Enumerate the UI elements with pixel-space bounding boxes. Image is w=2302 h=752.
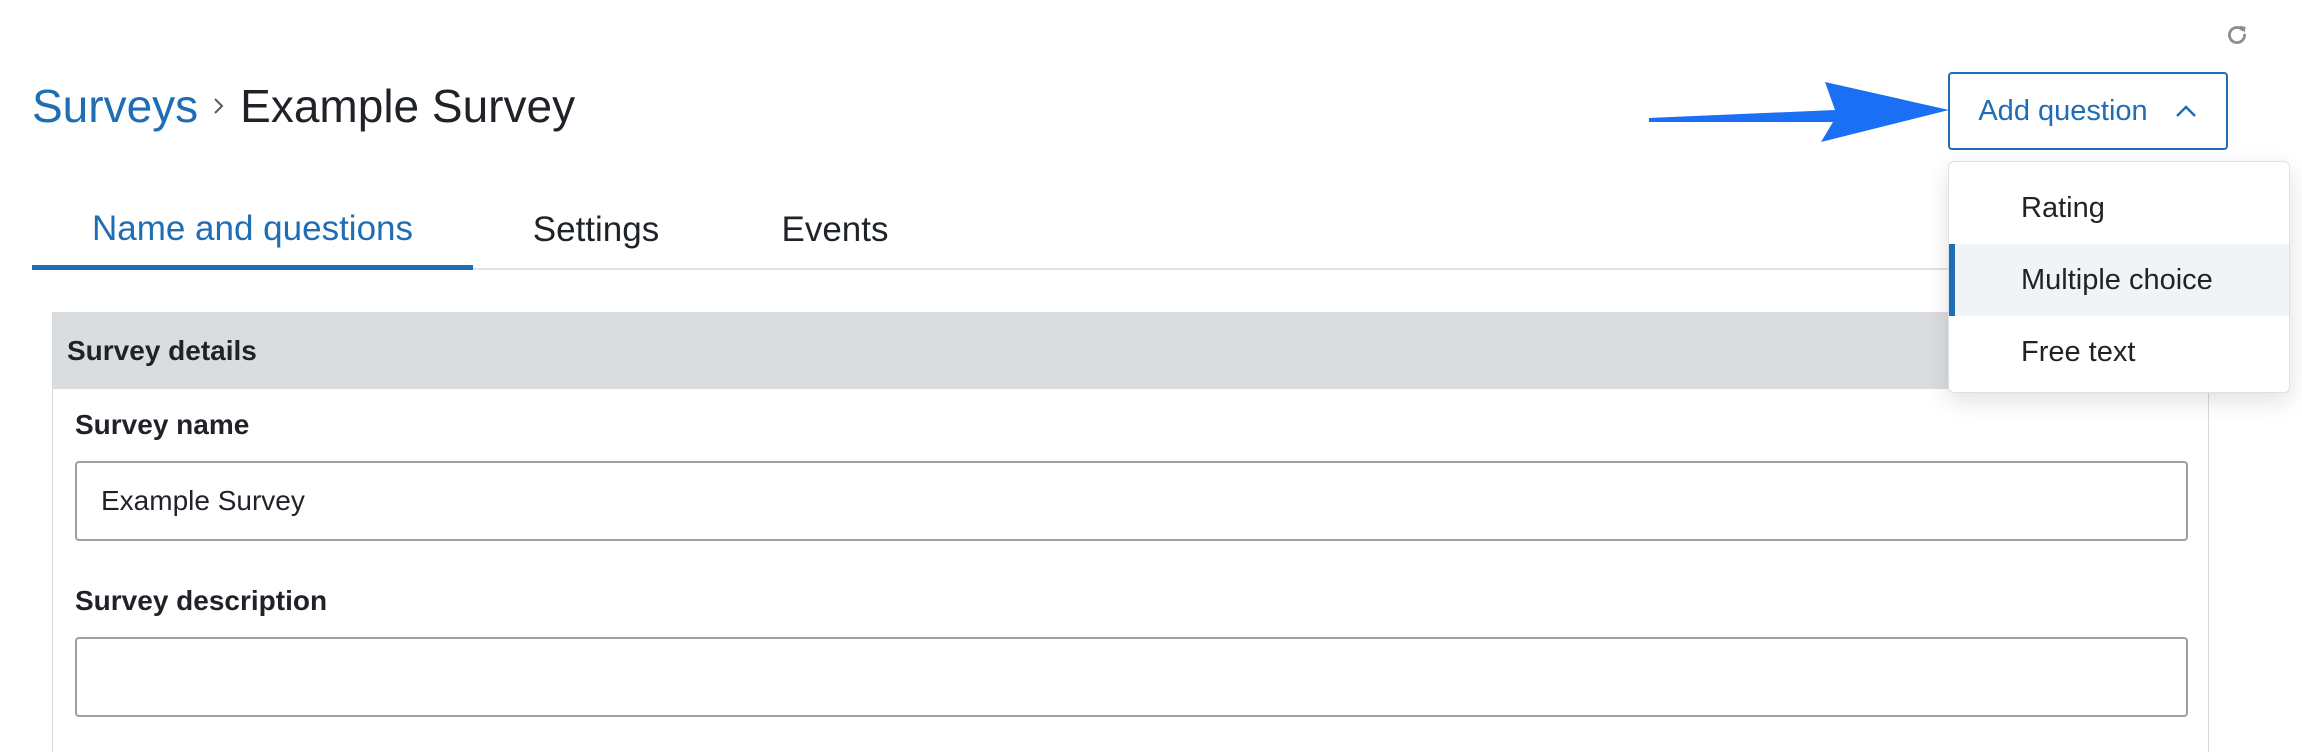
menu-item-free-text[interactable]: Free text <box>1949 316 2289 388</box>
survey-details-panel: Survey details Survey name Example Surve… <box>52 312 2209 752</box>
refresh-button[interactable] <box>2220 18 2254 52</box>
annotation-arrow <box>1649 82 1949 142</box>
refresh-icon <box>2228 25 2246 44</box>
tab-name-and-questions[interactable]: Name and questions <box>32 192 473 270</box>
tab-settings[interactable]: Settings <box>533 192 659 268</box>
menu-item-multiple-choice[interactable]: Multiple choice <box>1949 244 2289 316</box>
add-question-button[interactable]: Add question <box>1948 72 2228 150</box>
chevron-right-icon <box>212 95 226 117</box>
add-question-menu: Rating Multiple choice Free text <box>1948 161 2290 393</box>
survey-description-label: Survey description <box>75 585 328 616</box>
breadcrumb: Surveys Example Survey <box>32 76 575 136</box>
breadcrumb-surveys-link[interactable]: Surveys <box>32 79 198 133</box>
survey-description-input[interactable] <box>75 637 2188 717</box>
tab-bar: Name and questions Settings Events <box>32 192 1952 270</box>
survey-name-label: Survey name <box>75 409 250 440</box>
page-title: Example Survey <box>240 80 576 132</box>
menu-item-rating[interactable]: Rating <box>1949 172 2289 244</box>
survey-name-input[interactable]: Example Survey <box>75 461 2188 541</box>
chevron-up-icon <box>2175 105 2196 117</box>
add-question-label: Add question <box>1978 94 2148 127</box>
tab-events[interactable]: Events <box>765 192 905 268</box>
survey-details-header: Survey details <box>53 313 2208 389</box>
